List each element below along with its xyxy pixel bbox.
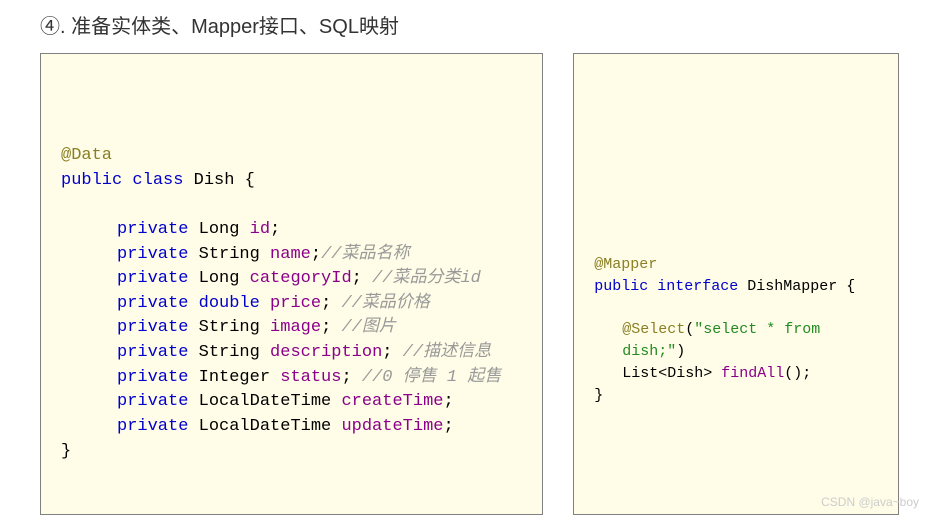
keyword-private: private: [117, 368, 188, 387]
field-type: LocalDateTime: [199, 417, 332, 436]
field-name: categoryId: [250, 269, 352, 288]
semi: ;: [321, 318, 331, 337]
field-name: image: [270, 318, 321, 337]
select-annotation: @Select: [622, 321, 685, 338]
paren-close: ): [676, 343, 685, 360]
method-line: List<Dish> findAll();: [594, 363, 878, 385]
keyword-private: private: [117, 417, 188, 436]
method-tail: ();: [784, 365, 811, 382]
field-name: createTime: [341, 392, 443, 411]
comment: //菜品价格: [331, 294, 430, 313]
close-brace: }: [61, 440, 522, 465]
field-type: LocalDateTime: [199, 392, 332, 411]
code-panels: @Data public class Dish { private Long i…: [0, 53, 939, 515]
mapper-code-panel: @Mapper public interface DishMapper { @S…: [573, 53, 899, 515]
field-line: private Long categoryId; //菜品分类id: [61, 267, 522, 292]
field-line: private double price; //菜品价格: [61, 292, 522, 317]
field-name: status: [280, 368, 341, 387]
field-name: price: [270, 294, 321, 313]
annotation: @Mapper: [594, 256, 657, 273]
field-line: private LocalDateTime createTime;: [61, 390, 522, 415]
semi: ;: [443, 392, 453, 411]
keyword-private: private: [117, 318, 188, 337]
keyword-private: private: [117, 269, 188, 288]
field-type: String: [199, 318, 260, 337]
field-line: private LocalDateTime updateTime;: [61, 415, 522, 440]
return-type: List<Dish>: [622, 365, 712, 382]
keyword-interface: interface: [657, 278, 738, 295]
annotation-line: @Data: [61, 144, 522, 169]
field-type: String: [199, 245, 260, 264]
semi: ;: [443, 417, 453, 436]
interface-decl-line: public interface DishMapper {: [594, 276, 878, 298]
semi: ;: [270, 220, 280, 239]
keyword-private: private: [117, 245, 188, 264]
comment: //菜品名称: [321, 245, 409, 264]
field-type: String: [199, 343, 260, 362]
semi: ;: [341, 368, 351, 387]
keyword-public: public: [61, 171, 122, 190]
field-name: id: [250, 220, 270, 239]
semi: ;: [382, 343, 392, 362]
keyword-private: private: [117, 220, 188, 239]
method-name: findAll: [721, 365, 784, 382]
comment: //描述信息: [392, 343, 491, 362]
annotation: @Data: [61, 146, 112, 165]
field-type: double: [199, 294, 260, 313]
field-line: private String image; //图片: [61, 316, 522, 341]
keyword-private: private: [117, 343, 188, 362]
entity-code-panel: @Data public class Dish { private Long i…: [40, 53, 543, 515]
field-line: private String description; //描述信息: [61, 341, 522, 366]
field-type: Long: [199, 269, 240, 288]
keyword-private: private: [117, 392, 188, 411]
watermark: CSDN @java~boy: [821, 495, 919, 509]
section-title: ④. 准备实体类、Mapper接口、SQL映射: [0, 0, 939, 53]
field-type: Integer: [199, 368, 270, 387]
keyword-class: class: [132, 171, 183, 190]
class-name: Dish {: [194, 171, 255, 190]
interface-name: DishMapper {: [747, 278, 855, 295]
close-brace: }: [594, 385, 878, 407]
semi: ;: [352, 269, 362, 288]
paren-open: (: [685, 321, 694, 338]
annotation-line: @Mapper: [594, 254, 878, 276]
select-line: @Select("select * from dish;"): [594, 319, 878, 363]
field-name: name: [270, 245, 311, 264]
field-line: private Integer status; //0 停售 1 起售: [61, 366, 522, 391]
field-type: Long: [199, 220, 240, 239]
semi: ;: [321, 294, 331, 313]
comment: //0 停售 1 起售: [352, 368, 502, 387]
comment: //菜品分类id: [362, 269, 481, 288]
keyword-public: public: [594, 278, 648, 295]
field-name: description: [270, 343, 382, 362]
comment: //图片: [331, 318, 396, 337]
semi: ;: [311, 245, 321, 264]
field-name: updateTime: [341, 417, 443, 436]
field-line: private String name;//菜品名称: [61, 243, 522, 268]
keyword-private: private: [117, 294, 188, 313]
class-decl-line: public class Dish {: [61, 169, 522, 194]
field-line: private Long id;: [61, 218, 522, 243]
